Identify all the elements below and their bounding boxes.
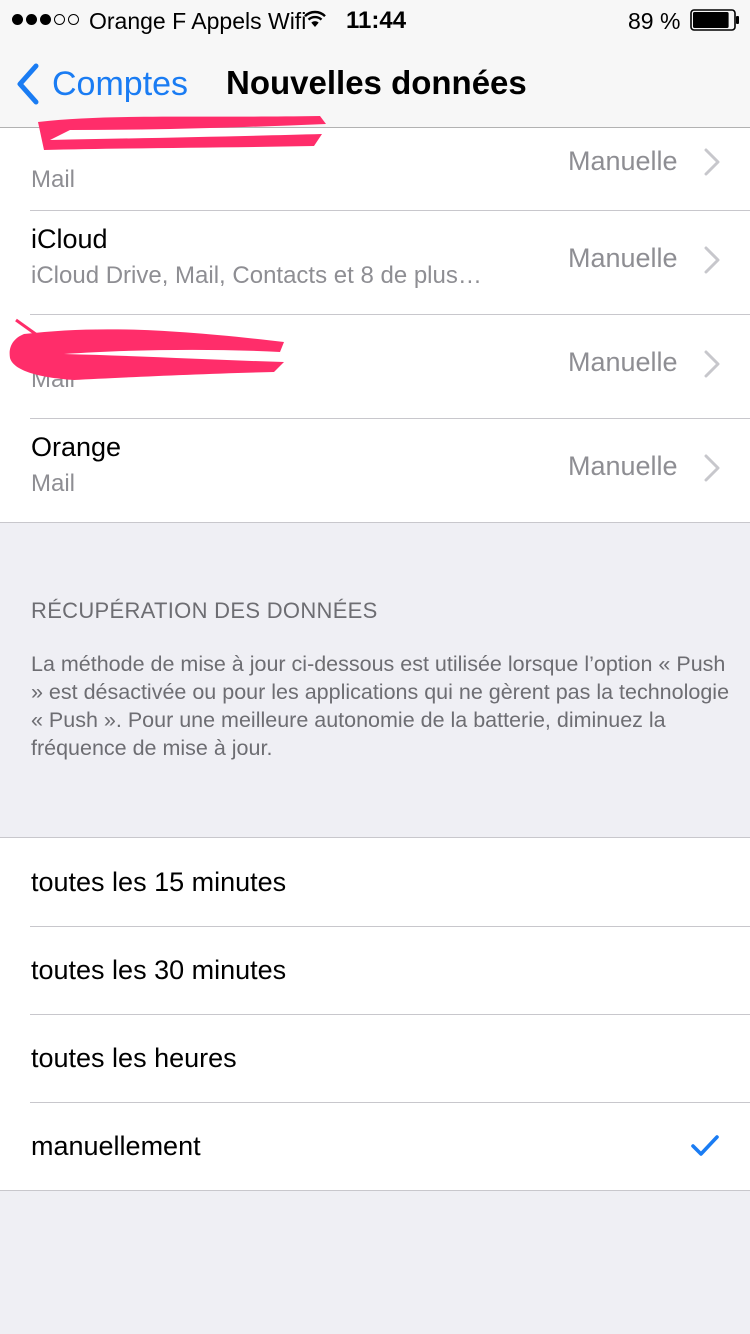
option-every-15-minutes[interactable]: toutes les 15 minutes bbox=[0, 838, 750, 926]
account-services: Mail bbox=[31, 366, 76, 393]
accounts-list: Mail Manuelle iCloud iCloud Drive, Mail,… bbox=[0, 116, 750, 523]
option-every-30-minutes[interactable]: toutes les 30 minutes bbox=[0, 926, 750, 1014]
option-hourly[interactable]: toutes les heures bbox=[0, 1014, 750, 1102]
option-label: manuellement bbox=[31, 1131, 201, 1161]
chevron-right-icon bbox=[704, 246, 720, 274]
chevron-right-icon bbox=[704, 148, 720, 176]
account-row-redacted-1[interactable]: Mail Manuelle bbox=[0, 116, 750, 210]
chevron-left-icon bbox=[17, 63, 39, 105]
account-row-redacted-2[interactable]: Mail Manuelle bbox=[0, 314, 750, 418]
wifi-icon bbox=[304, 10, 326, 27]
carrier-name: Orange F Appels Wifi bbox=[89, 8, 307, 34]
account-services: Mail bbox=[31, 470, 76, 497]
fetch-options-list: toutes les 15 minutes toutes les 30 minu… bbox=[0, 837, 750, 1191]
fetch-setting-value: Manuelle bbox=[568, 146, 678, 176]
option-label: toutes les 30 minutes bbox=[31, 955, 287, 985]
navigation-bar: Comptes Nouvelles données bbox=[0, 40, 750, 128]
page-title: Nouvelles données bbox=[226, 64, 527, 101]
account-row-icloud[interactable]: iCloud iCloud Drive, Mail, Contacts et 8… bbox=[0, 210, 750, 314]
battery-percentage: 89 % bbox=[628, 8, 681, 34]
account-services: Mail bbox=[31, 166, 76, 193]
chevron-right-icon bbox=[704, 350, 720, 378]
option-manually[interactable]: manuellement bbox=[0, 1102, 750, 1190]
account-name: iCloud bbox=[31, 224, 108, 254]
section-description: La méthode de mise à jour ci-dessous est… bbox=[31, 652, 730, 760]
signal-strength-icon bbox=[12, 14, 79, 25]
account-name: Orange bbox=[31, 432, 122, 462]
status-bar: Orange F Appels Wifi 11:44 89 % bbox=[0, 0, 750, 40]
fetch-setting-value: Manuelle bbox=[568, 347, 678, 377]
battery-icon bbox=[690, 9, 739, 31]
fetch-setting-value: Manuelle bbox=[568, 243, 678, 273]
fetch-setting-value: Manuelle bbox=[568, 451, 678, 481]
checkmark-icon bbox=[691, 1135, 719, 1156]
account-row-orange[interactable]: Orange Mail Manuelle bbox=[0, 418, 750, 522]
status-time: 11:44 bbox=[346, 7, 407, 34]
option-label: toutes les 15 minutes bbox=[31, 867, 287, 897]
option-label: toutes les heures bbox=[31, 1043, 237, 1073]
section-header-fetch: RÉCUPÉRATION DES DONNÉES bbox=[31, 598, 378, 623]
back-button[interactable]: Comptes bbox=[14, 60, 188, 108]
account-services: iCloud Drive, Mail, Contacts et 8 de plu… bbox=[31, 262, 482, 289]
back-button-label: Comptes bbox=[52, 64, 189, 103]
chevron-right-icon bbox=[704, 454, 720, 482]
